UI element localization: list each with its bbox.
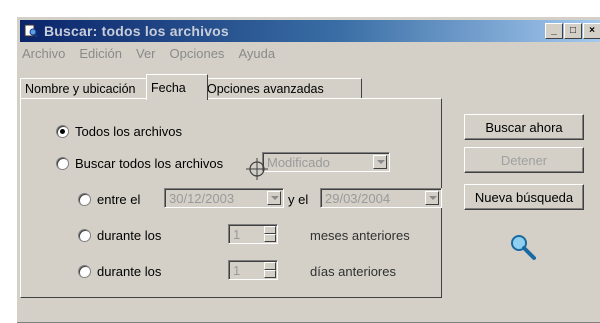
- magnifier-icon: [511, 235, 536, 260]
- menu-opciones[interactable]: Opciones: [170, 44, 225, 64]
- minimize-button[interactable]: _: [545, 23, 563, 39]
- months-stepper[interactable]: 1: [228, 224, 278, 244]
- date-from-select[interactable]: 30/12/2003: [164, 188, 284, 208]
- maximize-button[interactable]: □: [564, 23, 582, 39]
- months-value: 1: [233, 227, 241, 242]
- find-mode-value: Modificado: [267, 155, 330, 170]
- between-label: entre el: [97, 192, 141, 207]
- tab-fecha[interactable]: Fecha: [146, 74, 208, 100]
- tab-nombre-ubicacion[interactable]: Nombre y ubicación: [20, 78, 154, 99]
- and-label: y el: [288, 192, 309, 207]
- chevron-down-icon[interactable]: [373, 155, 387, 169]
- days-label: durante los: [97, 264, 162, 279]
- close-button[interactable]: ×: [583, 23, 600, 39]
- menu-bar: Archivo Edición Ver Opciones Ayuda: [20, 44, 275, 64]
- months-label: durante los: [97, 228, 162, 243]
- days-option[interactable]: durante los: [78, 264, 161, 279]
- days-radio[interactable]: [78, 265, 91, 278]
- search-now-button[interactable]: Buscar ahora: [464, 114, 584, 140]
- between-option[interactable]: entre el: [78, 192, 140, 207]
- find-mode-select[interactable]: Modificado: [262, 152, 390, 172]
- menu-edicion[interactable]: Edición: [79, 44, 122, 64]
- days-value: 1: [233, 263, 241, 278]
- find-all-option[interactable]: Buscar todos los archivos: [56, 156, 223, 171]
- window-title: Buscar: todos los archivos: [44, 23, 229, 39]
- months-suffix: meses anteriores: [310, 228, 410, 243]
- title-bar[interactable]: Buscar: todos los archivos _ □ ×: [20, 20, 600, 42]
- days-stepper[interactable]: 1: [228, 260, 278, 280]
- date-to-select[interactable]: 29/03/2004: [320, 188, 442, 208]
- menu-ayuda[interactable]: Ayuda: [238, 44, 275, 64]
- between-radio[interactable]: [78, 193, 91, 206]
- all-files-label: Todos los archivos: [75, 124, 182, 139]
- crosshair-cursor-icon: [246, 158, 268, 180]
- all-files-option[interactable]: Todos los archivos: [56, 124, 182, 139]
- date-to-value: 29/03/2004: [325, 191, 391, 206]
- find-all-label: Buscar todos los archivos: [75, 156, 224, 171]
- menu-archivo[interactable]: Archivo: [22, 44, 65, 64]
- menu-ver[interactable]: Ver: [136, 44, 156, 64]
- search-window-icon: [24, 24, 38, 38]
- stepper-arrows-icon[interactable]: [264, 262, 276, 278]
- new-search-button[interactable]: Nueva búsqueda: [464, 184, 584, 210]
- date-from-value: 30/12/2003: [169, 191, 235, 206]
- months-radio[interactable]: [78, 229, 91, 242]
- all-files-radio[interactable]: [56, 125, 69, 138]
- find-all-radio[interactable]: [56, 157, 69, 170]
- days-suffix: días anteriores: [310, 264, 396, 279]
- stop-button[interactable]: Detener: [464, 147, 584, 173]
- chevron-down-icon[interactable]: [425, 191, 439, 205]
- months-option[interactable]: durante los: [78, 228, 161, 243]
- tab-opciones-avanzadas[interactable]: Opciones avanzadas: [202, 78, 362, 99]
- stepper-arrows-icon[interactable]: [264, 226, 276, 242]
- chevron-down-icon[interactable]: [267, 191, 281, 205]
